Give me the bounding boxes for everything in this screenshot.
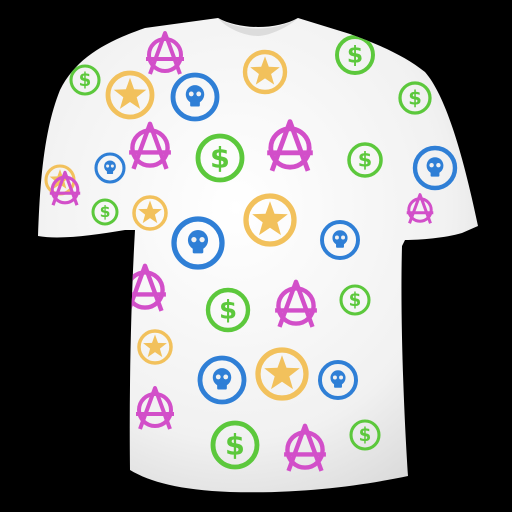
svg-text:$: $	[219, 295, 237, 325]
svg-text:$: $	[79, 70, 92, 91]
svg-text:$: $	[210, 140, 230, 174]
svg-text:$: $	[359, 425, 372, 446]
svg-text:$: $	[100, 203, 111, 221]
tshirt-product-render: $ $ $ $ $ $ $ $ $ $	[38, 18, 478, 493]
svg-text:$: $	[347, 41, 363, 69]
svg-text:$: $	[358, 148, 372, 172]
svg-text:$: $	[408, 86, 422, 109]
svg-text:$: $	[225, 427, 245, 461]
svg-text:$: $	[349, 290, 362, 311]
